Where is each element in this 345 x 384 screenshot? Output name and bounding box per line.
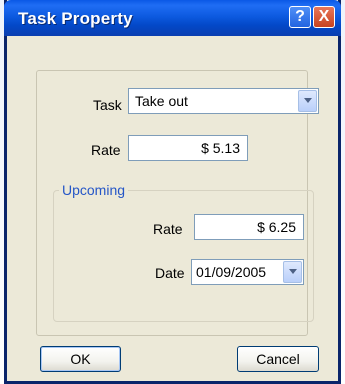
upcoming-group xyxy=(53,190,314,322)
task-combobox[interactable]: Take out xyxy=(128,88,319,114)
upcoming-rate-label: Rate xyxy=(153,221,183,237)
date-label: Date xyxy=(155,265,185,281)
rate-input[interactable]: $ 5.13 xyxy=(128,135,248,161)
titlebar[interactable]: Task Property ? X xyxy=(4,0,341,36)
help-icon: ? xyxy=(295,8,305,25)
rate-label: Rate xyxy=(91,142,121,158)
date-picker[interactable]: 01/09/2005 xyxy=(191,259,304,285)
task-value: Take out xyxy=(135,93,188,109)
date-value: 01/09/2005 xyxy=(196,264,267,280)
dialog-title: Task Property xyxy=(18,9,133,28)
rate-value: $ 5.13 xyxy=(201,140,240,156)
ok-button[interactable]: OK xyxy=(40,346,121,372)
task-label: Task xyxy=(93,97,122,113)
chevron-down-icon[interactable] xyxy=(298,90,317,112)
help-button[interactable]: ? xyxy=(289,6,311,28)
close-icon: X xyxy=(318,8,330,25)
upcoming-group-label: Upcoming xyxy=(59,182,129,198)
upcoming-rate-value: $ 6.25 xyxy=(257,219,296,235)
upcoming-rate-input[interactable]: $ 6.25 xyxy=(194,214,304,240)
cancel-button[interactable]: Cancel xyxy=(237,346,319,372)
date-chevron-down-icon[interactable] xyxy=(283,261,302,283)
close-button[interactable]: X xyxy=(313,6,335,28)
